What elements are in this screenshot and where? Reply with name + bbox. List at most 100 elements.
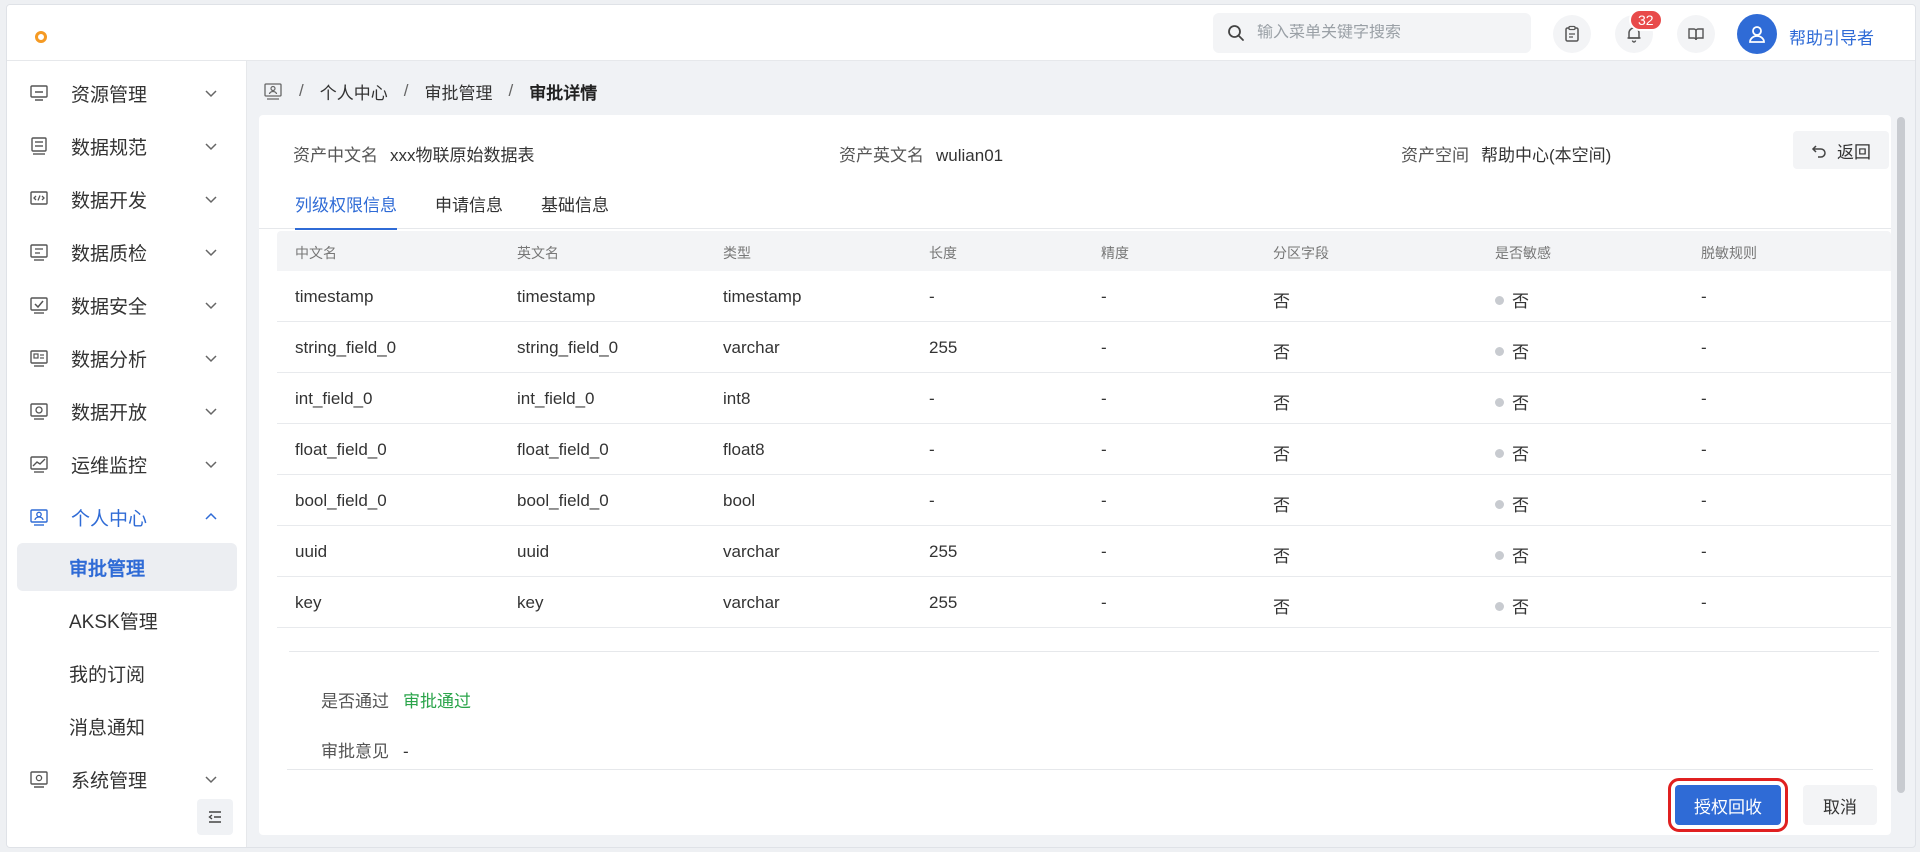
cancel-button[interactable]: 取消 xyxy=(1803,785,1877,825)
sensitive-value: 否 xyxy=(1512,547,1529,566)
sidebar-subitem-aksk[interactable]: AKSK管理 xyxy=(17,596,237,644)
sidebar-item-analysis[interactable]: 数据分析 xyxy=(7,336,247,380)
sidebar-subitem-approval[interactable]: 审批管理 xyxy=(17,543,237,591)
column-header: 类型 xyxy=(723,245,751,261)
table-cell: varchar xyxy=(723,338,780,357)
status-dot xyxy=(1495,500,1504,510)
resource-icon xyxy=(30,85,48,101)
search-box[interactable] xyxy=(1213,13,1531,53)
sensitive-value: 否 xyxy=(1512,394,1529,413)
column-header: 中文名 xyxy=(295,245,337,261)
table-cell: key xyxy=(517,593,544,612)
asset-en-name-value: wulian01 xyxy=(936,146,1004,165)
sidebar-item-label: 数据质检 xyxy=(71,243,148,265)
table-cell: float8 xyxy=(723,440,765,459)
table-row: float_field_0 float_field_0 float8 - - 否 否 - xyxy=(277,424,1891,475)
status-dot xyxy=(1495,347,1504,357)
tab-column-permissions[interactable]: 列级权限信息 xyxy=(295,191,397,230)
approval-detail-card: 资产中文名 xxx物联原始数据表 资产英文名 wulian01 资产空间 帮助中心(本… xyxy=(259,115,1891,835)
sidebar-item-resource[interactable]: 资源管理 xyxy=(7,71,247,115)
revoke-authorization-button[interactable]: 授权回收 xyxy=(1668,778,1788,832)
table-cell: - xyxy=(1101,338,1107,357)
table-cell: 否 xyxy=(1273,496,1290,515)
table-cell: timestamp xyxy=(723,287,802,306)
status-dot xyxy=(1495,398,1504,408)
clipboard-button[interactable] xyxy=(1553,15,1591,53)
sidebar-item-standards[interactable]: 数据规范 xyxy=(7,124,247,168)
back-button-label: 返回 xyxy=(1837,142,1871,162)
scrollbar[interactable] xyxy=(1897,117,1905,793)
table-cell: - xyxy=(1101,491,1107,510)
sidebar-item-security[interactable]: 数据安全 xyxy=(7,283,247,327)
approval-opinion-row: 审批意见 - xyxy=(321,737,409,762)
table-cell: bool_field_0 xyxy=(517,491,609,510)
personal-icon xyxy=(30,509,48,526)
back-arrow-icon xyxy=(1811,145,1826,158)
table-cell: 否 xyxy=(1273,292,1290,311)
approval-pass-label: 是否通过 xyxy=(321,692,389,711)
code-icon xyxy=(30,191,48,205)
username-link[interactable]: 帮助引导者 xyxy=(1789,24,1874,49)
docs-button[interactable] xyxy=(1677,15,1715,53)
chevron-down-icon xyxy=(205,776,217,784)
table-cell: int_field_0 xyxy=(295,389,373,408)
asset-en-name-label: 资产英文名 xyxy=(839,146,924,165)
table-cell: - xyxy=(1701,338,1707,357)
tab-basic-info[interactable]: 基础信息 xyxy=(541,191,609,228)
sidebar-item-development[interactable]: 数据开发 xyxy=(7,177,247,221)
sidebar-item-system[interactable]: 系统管理 xyxy=(7,757,247,801)
tab-application-info[interactable]: 申请信息 xyxy=(435,191,503,228)
table-row: uuid uuid varchar 255 - 否 否 - xyxy=(277,526,1891,577)
table-cell: - xyxy=(929,491,935,510)
table-cell: - xyxy=(1101,389,1107,408)
column-header: 脱敏规则 xyxy=(1701,245,1757,261)
sensitive-value: 否 xyxy=(1512,292,1529,311)
table-cell: - xyxy=(1701,287,1707,306)
table-row: bool_field_0 bool_field_0 bool - - 否 否 - xyxy=(277,475,1891,526)
table-cell: - xyxy=(1101,287,1107,306)
open-data-icon xyxy=(30,403,48,420)
status-dot xyxy=(1495,551,1504,561)
breadcrumb-item[interactable]: 个人中心 xyxy=(320,79,388,104)
section-divider xyxy=(289,651,1879,652)
collapse-sidebar-button[interactable] xyxy=(197,799,233,835)
monitor-icon xyxy=(30,456,48,473)
table-cell: key xyxy=(295,593,322,612)
table-cell: bool_field_0 xyxy=(295,491,387,510)
chevron-up-icon xyxy=(205,512,217,520)
sensitive-value: 否 xyxy=(1512,445,1529,464)
table-cell: timestamp xyxy=(295,287,374,306)
sidebar-item-quality[interactable]: 数据质检 xyxy=(7,230,247,274)
table-cell: - xyxy=(1701,389,1707,408)
table-cell: 255 xyxy=(929,542,958,561)
chevron-down-icon xyxy=(205,355,217,363)
table-header: 中文名 英文名 类型 长度 精度 分区字段 是否敏感 脱敏规则 xyxy=(277,231,1891,271)
sidebar: 资源管理 数据规范 数据开发 数据质检 数据安全 数据分析 数据开放 运维监控 … xyxy=(7,61,247,847)
table-cell: 否 xyxy=(1273,598,1290,617)
chevron-down-icon xyxy=(205,196,217,204)
sidebar-item-personal[interactable]: 个人中心 xyxy=(7,495,247,539)
analysis-icon xyxy=(30,350,48,367)
search-input[interactable] xyxy=(1257,24,1507,42)
sidebar-item-open[interactable]: 数据开放 xyxy=(7,389,247,433)
back-button[interactable]: 返回 xyxy=(1793,131,1889,169)
footer-divider xyxy=(287,769,1873,770)
sidebar-item-label: 数据规范 xyxy=(71,137,148,159)
sidebar-item-label: 数据开发 xyxy=(71,190,148,212)
table-cell: - xyxy=(1101,542,1107,561)
table-row: string_field_0 string_field_0 varchar 255 - 否… xyxy=(277,322,1891,373)
search-icon xyxy=(1228,25,1244,41)
asset-space-label: 资产空间 xyxy=(1401,146,1469,165)
table-cell: string_field_0 xyxy=(517,338,619,357)
breadcrumb-current: 审批详情 xyxy=(529,83,598,103)
sidebar-item-monitor[interactable]: 运维监控 xyxy=(7,442,247,486)
breadcrumb-item[interactable]: 审批管理 xyxy=(424,79,492,104)
home-icon[interactable] xyxy=(263,82,283,100)
sidebar-subitem-subscriptions[interactable]: 我的订阅 xyxy=(17,649,237,697)
sidebar-subitem-messages[interactable]: 消息通知 xyxy=(17,702,237,750)
sidebar-item-label: 个人中心 xyxy=(71,508,148,530)
avatar[interactable] xyxy=(1737,14,1777,54)
notification-badge: 32 xyxy=(1629,9,1663,31)
clipboard-icon xyxy=(1565,25,1579,42)
column-header: 英文名 xyxy=(517,245,559,261)
